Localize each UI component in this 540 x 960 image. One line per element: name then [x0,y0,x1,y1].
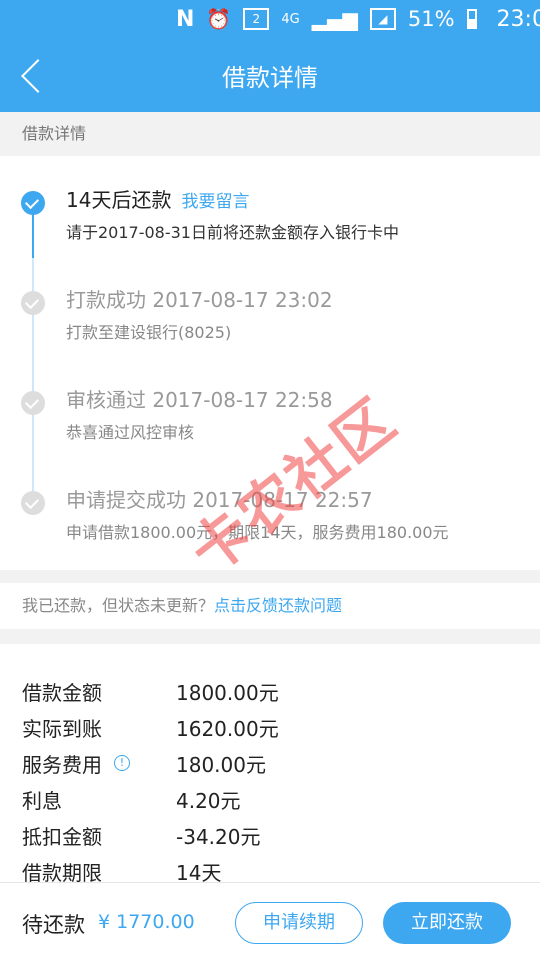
feedback-link[interactable]: 点击反馈还款问题 [214,596,342,615]
renew-button[interactable]: 申请续期 [235,902,363,944]
detail-value: -34.20元 [176,824,261,849]
due-label: 待还款 [22,913,85,937]
detail-row: 服务费用 ! 180.00元 [22,745,266,781]
detail-row: 借款金额 1800.00元 [22,673,279,709]
nav-bar: 借款详情 [0,38,540,112]
check-icon [21,391,45,415]
detail-label: 抵扣金额 [22,824,102,849]
timeline-subtitle: 申请借款1800.00元，期限14天，服务费用180.00元 [66,523,449,542]
check-icon [21,191,45,215]
timeline-title: 14天后还款 我要留言 [66,184,249,213]
bottom-bar: 待还款 ¥ 1770.00 申请续期 立即还款 [0,882,540,960]
detail-row: 实际到账 1620.00元 [22,709,279,745]
sim-icon: 2 [243,8,270,30]
detail-value: 4.20元 [176,788,241,813]
check-icon [21,491,45,515]
detail-label: 借款金额 [22,680,102,705]
detail-label: 服务费用 ! [22,749,176,778]
detail-label-text: 服务费用 [22,752,102,777]
signal-box-icon: ◢ [369,8,396,30]
n-icon: N [176,6,195,32]
detail-label: 实际到账 [22,716,102,741]
due-amount: ¥ 1770.00 [98,911,195,933]
status-icons: N ⏰ 2 4G ▂▄▆ ◢ 51% 23:05 [176,6,540,32]
feedback-bar: 我已还款，但状态未更新？点击反馈还款问题 [0,583,540,629]
battery-icon [466,9,477,29]
network-label: 4G [281,11,300,27]
check-icon [21,291,45,315]
clock: 23:05 [496,6,540,32]
battery-percent: 51% [407,7,455,31]
timeline-card: 14天后还款 我要留言 请于2017-08-31日前将还款金额存入银行卡中 打款成… [0,156,540,570]
page-title: 借款详情 [222,64,318,92]
signal-icon: ▂▄▆ [311,7,358,31]
alarm-icon: ⏰ [206,7,232,31]
detail-value: 1620.00元 [176,716,279,741]
section-label: 借款详情 [0,112,540,156]
detail-value: 1800.00元 [176,680,279,705]
timeline-title-text: 14天后还款 [66,188,172,212]
leave-message-link[interactable]: 我要留言 [181,192,249,212]
status-bar: N ⏰ 2 4G ▂▄▆ ◢ 51% 23:05 [0,0,540,38]
info-icon[interactable]: ! [114,755,130,771]
timeline-subtitle: 恭喜通过风控审核 [66,423,195,442]
detail-value: 180.00元 [176,752,266,777]
timeline-title: 申请提交成功 2017-08-17 22:57 [66,488,373,512]
detail-row: 抵扣金额 -34.20元 [22,817,260,853]
repay-now-button[interactable]: 立即还款 [383,902,511,944]
timeline-title: 审核通过 2017-08-17 22:58 [66,388,333,412]
timeline-subtitle: 打款至建设银行(8025) [66,323,232,342]
timeline-title: 打款成功 2017-08-17 23:02 [66,288,333,312]
detail-row: 利息 4.20元 [22,781,241,817]
detail-label: 利息 [22,788,62,813]
feedback-text: 我已还款，但状态未更新？ [22,596,215,615]
timeline-subtitle: 请于2017-08-31日前将还款金额存入银行卡中 [66,223,399,242]
detail-card: 借款金额 1800.00元 实际到账 1620.00元 服务费用 ! 180.0… [0,644,540,885]
